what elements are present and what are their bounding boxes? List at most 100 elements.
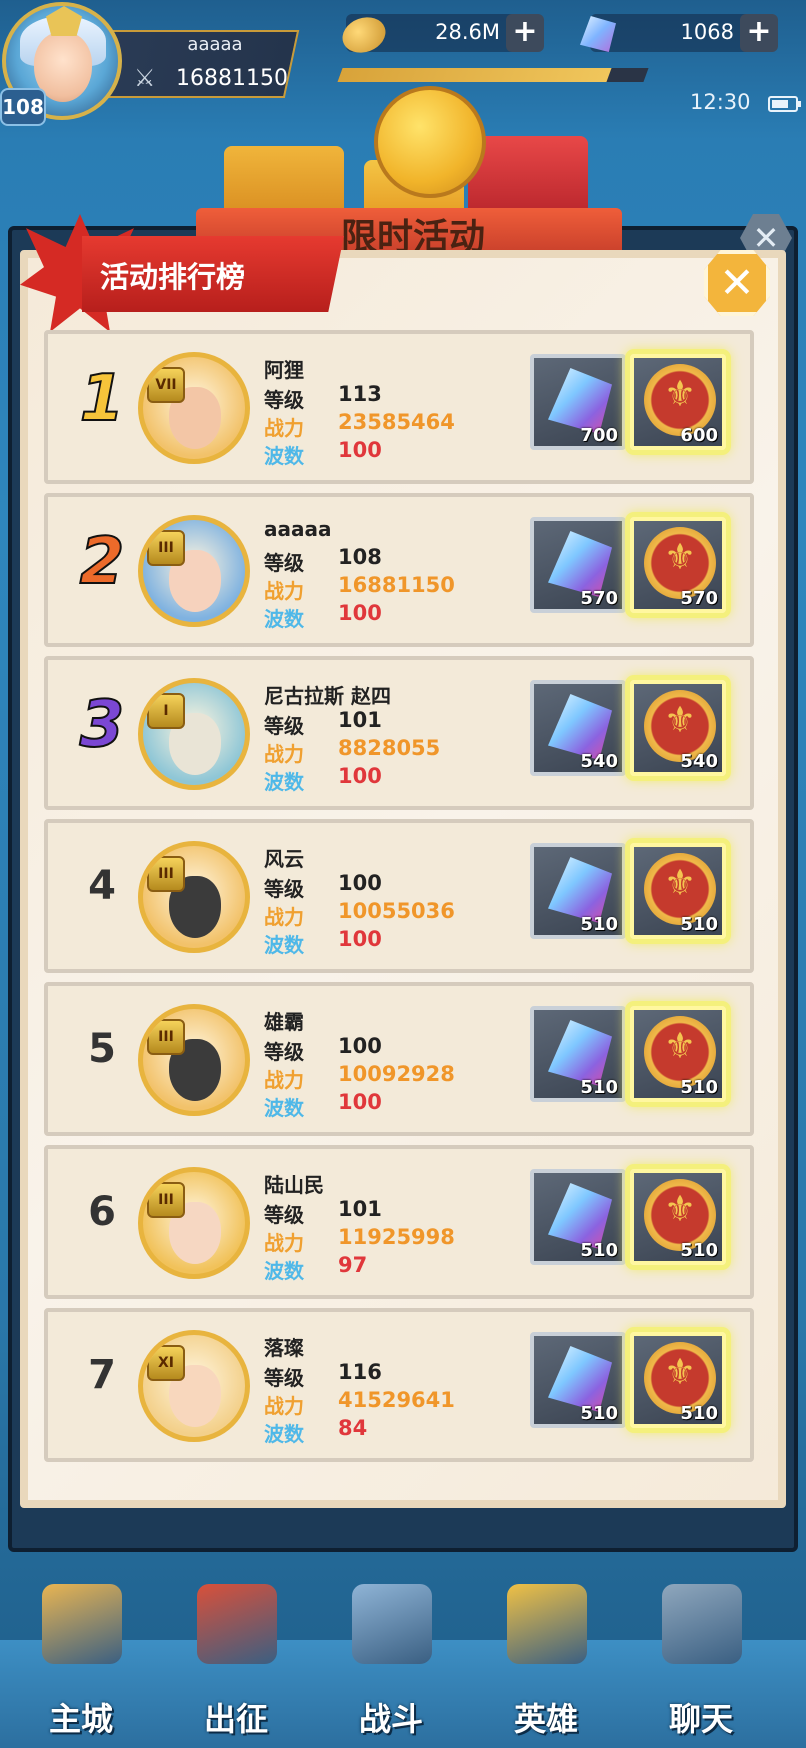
medal-reward[interactable]: 600 (630, 354, 726, 450)
hero-knight-icon (507, 1584, 587, 1664)
ranking-row[interactable]: 2 III aaaaa 等级 108 战力 16881150 波数 100 57… (44, 493, 754, 647)
gold-value: 28.6M (435, 20, 500, 44)
player-avatar[interactable]: III (138, 841, 250, 953)
gem-reward[interactable]: 700 (530, 354, 626, 450)
player-name: aaaaa (264, 517, 332, 541)
add-gem-button[interactable]: + (740, 14, 778, 52)
expedition-ship-icon (197, 1584, 277, 1664)
ranking-row[interactable]: 5 III 雄霸 等级 100 战力 10092928 波数 100 510 5… (44, 982, 754, 1136)
experience-bar (337, 68, 649, 82)
nav-item[interactable]: 战斗 (316, 1564, 466, 1748)
nav-item[interactable]: 主城 (6, 1564, 156, 1748)
player-avatar[interactable]: III (138, 1167, 250, 1279)
level-label: 等级 (264, 1203, 304, 1227)
wave-label: 波数 (264, 933, 304, 957)
vip-crest-icon (46, 6, 82, 36)
wave-label: 波数 (264, 770, 304, 794)
gem-reward[interactable]: 510 (530, 843, 626, 939)
gem-reward[interactable]: 570 (530, 517, 626, 613)
level-label: 等级 (264, 714, 304, 738)
gem-reward-count: 510 (580, 1403, 618, 1424)
ranking-row[interactable]: 1 VII 阿狸 等级 113 战力 23585464 波数 100 700 6… (44, 330, 754, 484)
power-label: 战力 (264, 1068, 304, 1092)
player-name: 风云 (264, 847, 304, 871)
player-avatar[interactable]: VII (138, 352, 250, 464)
close-button[interactable]: ✕ (704, 250, 770, 316)
player-avatar[interactable]: I (138, 678, 250, 790)
player-level-badge: 108 (0, 88, 46, 126)
gem-reward[interactable]: 510 (530, 1332, 626, 1428)
gem-reward-count: 570 (580, 588, 618, 609)
nav-item[interactable]: 英雄 (471, 1564, 621, 1748)
medal-reward[interactable]: 510 (630, 843, 726, 939)
wave-value: 100 (338, 438, 382, 462)
rank-number: 6 (88, 1189, 116, 1235)
wave-value: 100 (338, 1090, 382, 1114)
level-value: 113 (338, 382, 382, 406)
wave-value: 100 (338, 601, 382, 625)
gem-reward-count: 510 (580, 914, 618, 935)
vip-badge: VII (147, 367, 185, 403)
player-avatar[interactable]: XI (138, 1330, 250, 1442)
player-name: 阿狸 (264, 358, 304, 382)
chat-pin-icon (662, 1584, 742, 1664)
gem-reward-count: 510 (580, 1240, 618, 1261)
rank-number: 1 (79, 361, 126, 437)
medal-reward[interactable]: 510 (630, 1169, 726, 1265)
wave-label: 波数 (264, 1422, 304, 1446)
rank-number: 7 (88, 1352, 116, 1398)
level-value: 100 (338, 1034, 382, 1058)
tab-leaderboard[interactable]: 活动排行榜 (100, 254, 245, 296)
power-value: 23585464 (338, 410, 455, 434)
player-avatar[interactable]: III (138, 1004, 250, 1116)
power-label: 战力 (264, 1394, 304, 1418)
vip-badge: XI (147, 1345, 185, 1381)
vip-badge: I (147, 693, 185, 729)
medal-reward-count: 510 (680, 914, 718, 935)
rank-number: 5 (88, 1026, 116, 1072)
player-name: 落璨 (264, 1336, 304, 1360)
ranking-row[interactable]: 7 XI 落璨 等级 116 战力 41529641 波数 84 510 510 (44, 1308, 754, 1462)
level-value: 101 (338, 708, 382, 732)
wave-value: 100 (338, 927, 382, 951)
medal-reward[interactable]: 510 (630, 1332, 726, 1428)
clock: 12:30 (690, 90, 751, 114)
nav-label: 出征 (203, 1700, 268, 1738)
rank-number: 2 (79, 524, 126, 600)
city-book-icon (42, 1584, 122, 1664)
wave-label: 波数 (264, 1096, 304, 1120)
power-label: 战力 (264, 742, 304, 766)
vip-badge: III (147, 530, 185, 566)
gem-reward[interactable]: 510 (530, 1006, 626, 1102)
ranking-row[interactable]: 4 III 风云 等级 100 战力 10055036 波数 100 510 5… (44, 819, 754, 973)
power-label: 战力 (264, 1231, 304, 1255)
gem-reward[interactable]: 540 (530, 680, 626, 776)
medal-reward[interactable]: 570 (630, 517, 726, 613)
gift-box-icon (468, 136, 588, 216)
medal-reward-count: 510 (680, 1240, 718, 1261)
experience-bar-fill (337, 68, 612, 82)
ranking-row[interactable]: 6 III 陆山民 等级 101 战力 11925998 波数 97 510 5… (44, 1145, 754, 1299)
medal-reward-count: 510 (680, 1403, 718, 1424)
level-value: 116 (338, 1360, 382, 1384)
medal-reward[interactable]: 540 (630, 680, 726, 776)
medal-reward-count: 540 (680, 751, 718, 772)
ranking-row[interactable]: 3 I 尼古拉斯 赵四 等级 101 战力 8828055 波数 100 540… (44, 656, 754, 810)
medal-reward[interactable]: 510 (630, 1006, 726, 1102)
nav-item[interactable]: 聊天 (626, 1564, 776, 1748)
nav-item[interactable]: 出征 (161, 1564, 311, 1748)
player-avatar[interactable]: III (138, 515, 250, 627)
level-label: 等级 (264, 388, 304, 412)
level-label: 等级 (264, 551, 304, 575)
ranking-list[interactable]: 1 VII 阿狸 等级 113 战力 23585464 波数 100 700 6… (44, 330, 756, 1476)
wave-label: 波数 (264, 1259, 304, 1283)
gem-value: 1068 (680, 20, 734, 44)
nav-label: 英雄 (513, 1700, 578, 1738)
nav-label: 聊天 (668, 1700, 733, 1738)
medal-reward-count: 510 (680, 1077, 718, 1098)
level-label: 等级 (264, 877, 304, 901)
vip-badge: III (147, 1019, 185, 1055)
add-gold-button[interactable]: + (506, 14, 544, 52)
battery-icon (768, 96, 801, 112)
gem-reward[interactable]: 510 (530, 1169, 626, 1265)
